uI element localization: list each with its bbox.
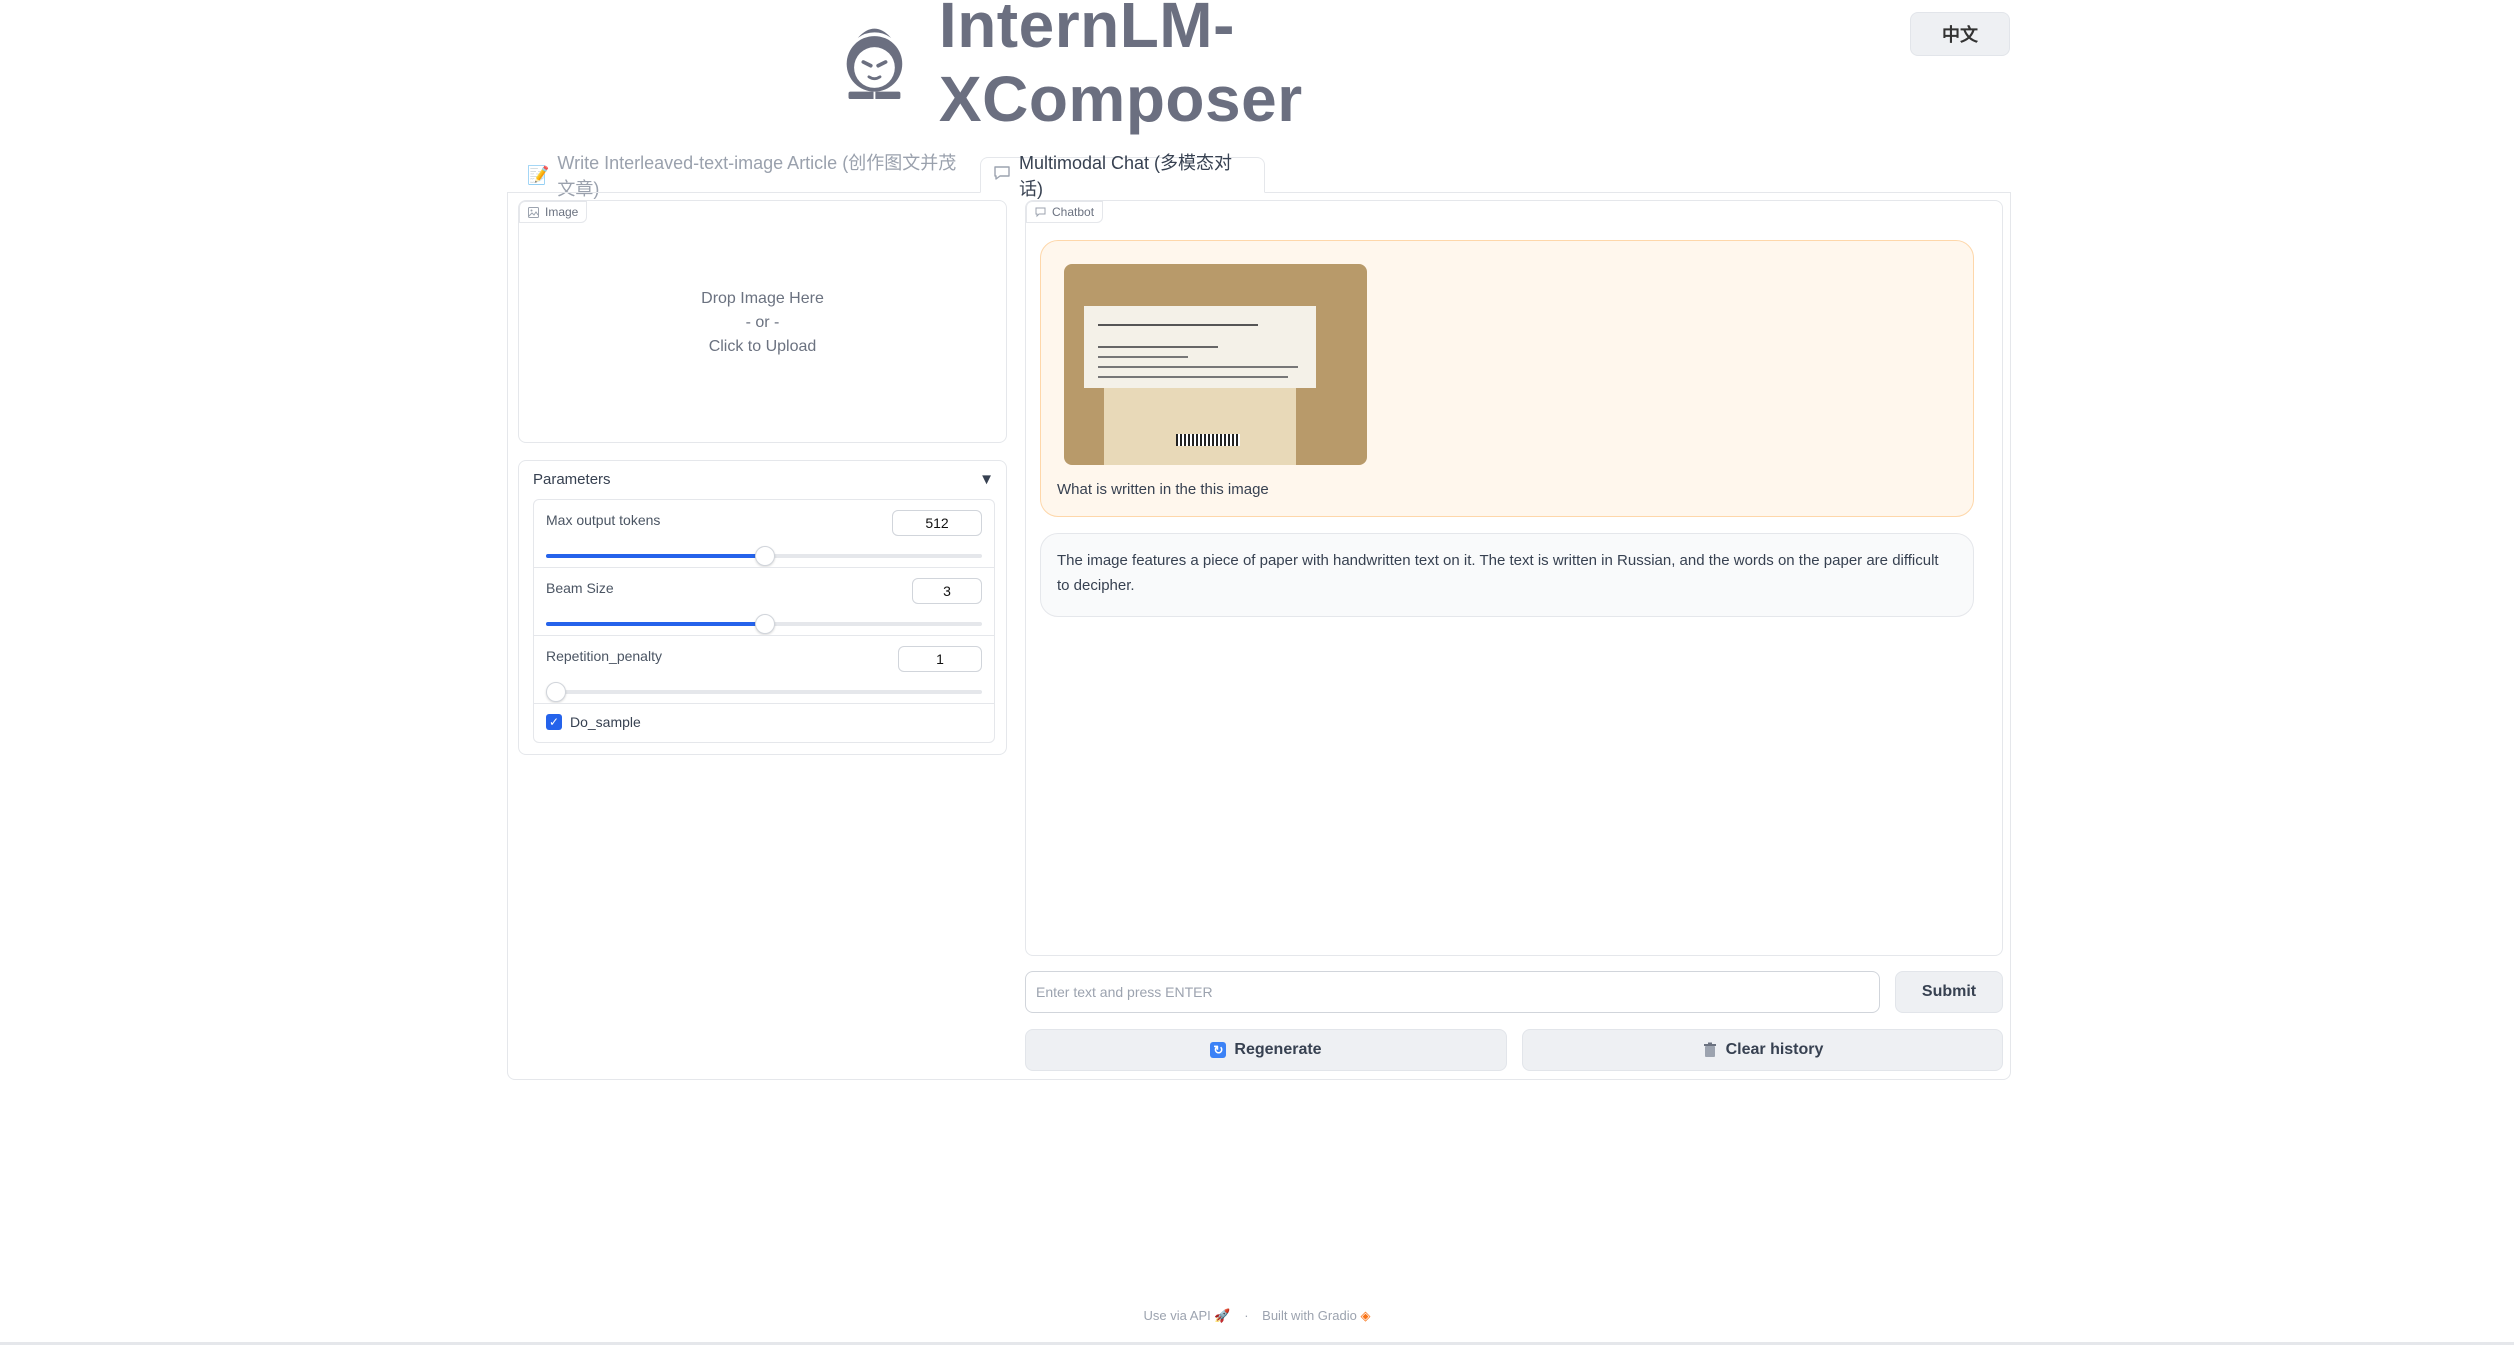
tab-label: Multimodal Chat (多模态对话) xyxy=(1019,153,1233,199)
max-tokens-fill xyxy=(546,554,764,558)
upload-dropzone-text[interactable]: Drop Image Here - or - Click to Upload xyxy=(519,287,1006,359)
use-api-link[interactable]: Use via API xyxy=(1144,1308,1211,1323)
beam-size-fill xyxy=(546,622,764,626)
specimen-label-paper xyxy=(1084,306,1316,388)
mascot-icon xyxy=(846,28,903,100)
envelope-paper xyxy=(1104,388,1296,465)
repetition-penalty-label: Repetition_penalty xyxy=(546,648,662,664)
gradio-logo-icon: ◈ xyxy=(1360,1308,1371,1323)
repetition-penalty-thumb[interactable] xyxy=(546,682,566,702)
or-text: - or - xyxy=(745,314,780,331)
regenerate-label: Regenerate xyxy=(1234,1041,1322,1058)
language-button[interactable]: 中文 xyxy=(1910,12,2010,56)
trash-icon xyxy=(1703,1042,1716,1057)
uploaded-image-thumbnail[interactable] xyxy=(1064,264,1367,465)
tab-write-article[interactable]: 📝 Write Interleaved-text-image Article (… xyxy=(515,153,975,199)
chatbot-block-label: Chatbot xyxy=(1026,201,1104,223)
max-tokens-label: Max output tokens xyxy=(546,512,661,528)
max-tokens-slider-box: Max output tokens 512 xyxy=(533,499,995,569)
user-message-text: What is written in the this image xyxy=(1057,481,1269,498)
repetition-penalty-input[interactable]: 1 xyxy=(898,646,982,672)
refresh-icon: ↻ xyxy=(1210,1042,1227,1058)
label-line xyxy=(1098,346,1218,348)
parameters-panel: Parameters ▼ Max output tokens 512 Beam … xyxy=(518,460,1007,755)
rocket-icon: 🚀 xyxy=(1214,1308,1231,1323)
bot-message-text: The image features a piece of paper with… xyxy=(1057,552,1939,594)
repetition-penalty-track[interactable] xyxy=(546,682,982,702)
parameters-header[interactable]: Parameters ▼ xyxy=(533,471,994,488)
user-message: What is written in the this image xyxy=(1040,240,1974,517)
parameters-title: Parameters xyxy=(533,471,611,488)
bot-message: The image features a piece of paper with… xyxy=(1040,533,1974,617)
max-tokens-thumb[interactable] xyxy=(755,546,775,566)
beam-size-slider-box: Beam Size 3 xyxy=(533,567,995,637)
submit-button[interactable]: Submit xyxy=(1895,971,2003,1013)
image-icon xyxy=(528,206,539,218)
label-line xyxy=(1098,376,1288,378)
collapse-icon[interactable]: ▼ xyxy=(979,471,994,488)
drop-text: Drop Image Here xyxy=(701,290,824,307)
chat-input[interactable]: Enter text and press ENTER xyxy=(1025,971,1880,1013)
do-sample-box: ✓ Do_sample xyxy=(533,703,995,743)
pencil-icon: 📝 xyxy=(527,164,550,185)
label-line xyxy=(1098,366,1298,368)
do-sample-label[interactable]: Do_sample xyxy=(570,714,641,730)
image-upload[interactable]: Image Drop Image Here - or - Click to Up… xyxy=(518,200,1007,443)
label-line xyxy=(1098,356,1188,358)
beam-size-label: Beam Size xyxy=(546,580,614,596)
image-block-label: Image xyxy=(519,201,588,223)
app-title: InternLM-XComposer xyxy=(938,0,1303,135)
footer-separator: · xyxy=(1244,1308,1249,1323)
header-logo: InternLM-XComposer xyxy=(830,0,1550,135)
chat-bubble-icon xyxy=(993,165,1011,186)
label-line xyxy=(1098,324,1258,326)
built-with-gradio-link[interactable]: Built with Gradio xyxy=(1262,1308,1357,1323)
max-tokens-track[interactable] xyxy=(546,546,982,566)
repetition-penalty-slider-box: Repetition_penalty 1 xyxy=(533,635,995,705)
beam-size-track[interactable] xyxy=(546,614,982,634)
barcode xyxy=(1176,434,1240,446)
beam-size-thumb[interactable] xyxy=(755,614,775,634)
tab-multimodal-chat[interactable]: Multimodal Chat (多模态对话) xyxy=(980,153,1265,199)
max-tokens-input[interactable]: 512 xyxy=(892,510,982,536)
footer: Use via API 🚀 · Built with Gradio ◈ xyxy=(0,1308,2514,1324)
regenerate-button[interactable]: ↻ Regenerate xyxy=(1025,1029,1507,1071)
click-text: Click to Upload xyxy=(708,338,817,355)
clear-history-label: Clear history xyxy=(1725,1041,1824,1058)
clear-history-button[interactable]: Clear history xyxy=(1522,1029,2003,1071)
do-sample-checkbox[interactable]: ✓ xyxy=(546,714,562,730)
chat-icon xyxy=(1035,207,1046,217)
beam-size-input[interactable]: 3 xyxy=(912,578,982,604)
